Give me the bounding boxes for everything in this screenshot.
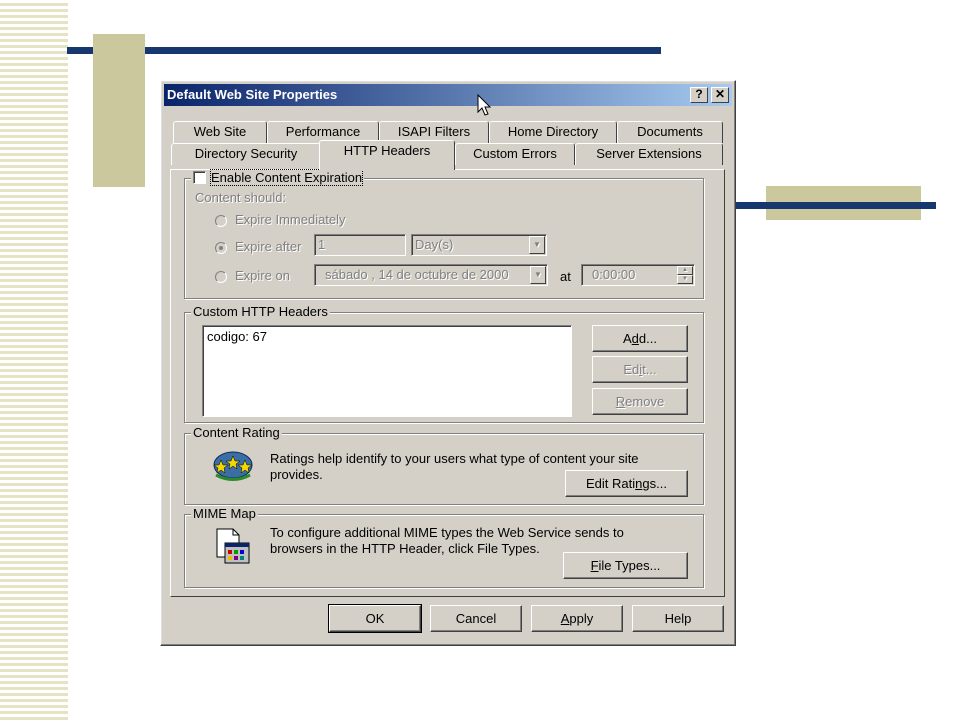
mime-file-types-icon xyxy=(216,528,250,564)
spin-down-icon[interactable]: ▼ xyxy=(677,275,693,284)
tab-custom-errors[interactable]: Custom Errors xyxy=(455,143,575,165)
mime-map-group-label: MIME Map xyxy=(191,506,258,522)
expire-time-value: 0:00:00 xyxy=(592,267,636,282)
chevron-down-icon[interactable]: ▼ xyxy=(529,236,545,254)
expire-after-radio[interactable] xyxy=(215,242,227,254)
expire-immediately-label: Expire Immediately xyxy=(235,212,346,227)
tab-web-site[interactable]: Web Site xyxy=(173,121,267,143)
chevron-down-icon[interactable]: ▼ xyxy=(530,266,546,284)
list-item[interactable]: codigo: 67 xyxy=(207,329,567,344)
tab-server-extensions[interactable]: Server Extensions xyxy=(575,143,723,165)
expire-on-date-picker[interactable]: sábado , 14 de octubre de 2000 ▼ xyxy=(314,264,548,286)
tab-http-headers[interactable]: HTTP Headers xyxy=(319,140,455,170)
slide-top-rule xyxy=(67,47,661,54)
expire-after-unit-value: Day(s) xyxy=(415,237,454,252)
slide-stripe-pattern xyxy=(0,0,68,720)
content-should-label: Content should: xyxy=(195,190,287,205)
http-headers-panel: Enable Content Expiration Content should… xyxy=(170,169,725,597)
expire-on-label: Expire on xyxy=(235,268,290,283)
mime-map-group: MIME Map To configure additional MIME ty… xyxy=(184,506,704,588)
expire-on-date-value: sábado , 14 de octubre de 2000 xyxy=(325,267,509,282)
enable-expiration-label-wrap[interactable]: Enable Content Expiration xyxy=(191,169,365,186)
edit-ratings-button[interactable]: Edit Ratings... xyxy=(565,470,688,497)
expire-on-radio[interactable] xyxy=(215,271,227,283)
content-expiration-group: Enable Content Expiration Content should… xyxy=(184,169,704,299)
custom-headers-group-label: Custom HTTP Headers xyxy=(191,304,330,320)
tab-directory-security[interactable]: Directory Security xyxy=(171,143,321,165)
custom-headers-group: Custom HTTP Headers codigo: 67 Add... Ed… xyxy=(184,304,704,423)
spin-up-icon[interactable]: ▲ xyxy=(677,266,693,275)
add-header-button[interactable]: Add... xyxy=(592,325,688,352)
mouse-cursor-icon xyxy=(477,94,492,116)
expire-time-field[interactable]: 0:00:00 ▲ ▼ xyxy=(581,264,695,286)
expire-after-label: Expire after xyxy=(235,239,302,254)
remove-header-button[interactable]: Remove xyxy=(592,388,688,415)
window-title: Default Web Site Properties xyxy=(167,87,338,102)
cancel-button[interactable]: Cancel xyxy=(430,605,522,632)
enable-expiration-checkbox[interactable] xyxy=(193,171,206,184)
expire-immediately-radio[interactable] xyxy=(215,215,227,227)
ratings-stars-icon xyxy=(213,451,253,481)
at-label: at xyxy=(560,269,571,284)
ok-button[interactable]: OK xyxy=(328,604,422,633)
close-title-button[interactable]: ✕ xyxy=(711,87,729,103)
expire-after-value-field[interactable]: 1 xyxy=(314,234,406,256)
content-rating-group: Content Rating Ratings help identify to … xyxy=(184,425,704,505)
tab-documents[interactable]: Documents xyxy=(617,121,723,143)
expire-after-unit-select[interactable]: Day(s) ▼ xyxy=(411,234,547,256)
slide-right-rule xyxy=(736,202,936,209)
enable-expiration-label: Enable Content Expiration xyxy=(209,169,364,186)
tab-home-directory[interactable]: Home Directory xyxy=(489,121,617,143)
title-bar: Default Web Site Properties ? ✕ xyxy=(164,84,732,106)
content-rating-group-label: Content Rating xyxy=(191,425,282,441)
help-button[interactable]: Help xyxy=(632,605,724,632)
file-types-button[interactable]: File Types... xyxy=(563,552,688,579)
help-title-button[interactable]: ? xyxy=(690,87,708,103)
edit-header-button[interactable]: Edit... xyxy=(592,356,688,383)
apply-button[interactable]: Apply xyxy=(531,605,623,632)
properties-dialog: Default Web Site Properties ? ✕ Web Site… xyxy=(160,80,736,646)
slide-khaki-block-left xyxy=(93,34,145,187)
custom-headers-list[interactable]: codigo: 67 xyxy=(202,325,572,417)
